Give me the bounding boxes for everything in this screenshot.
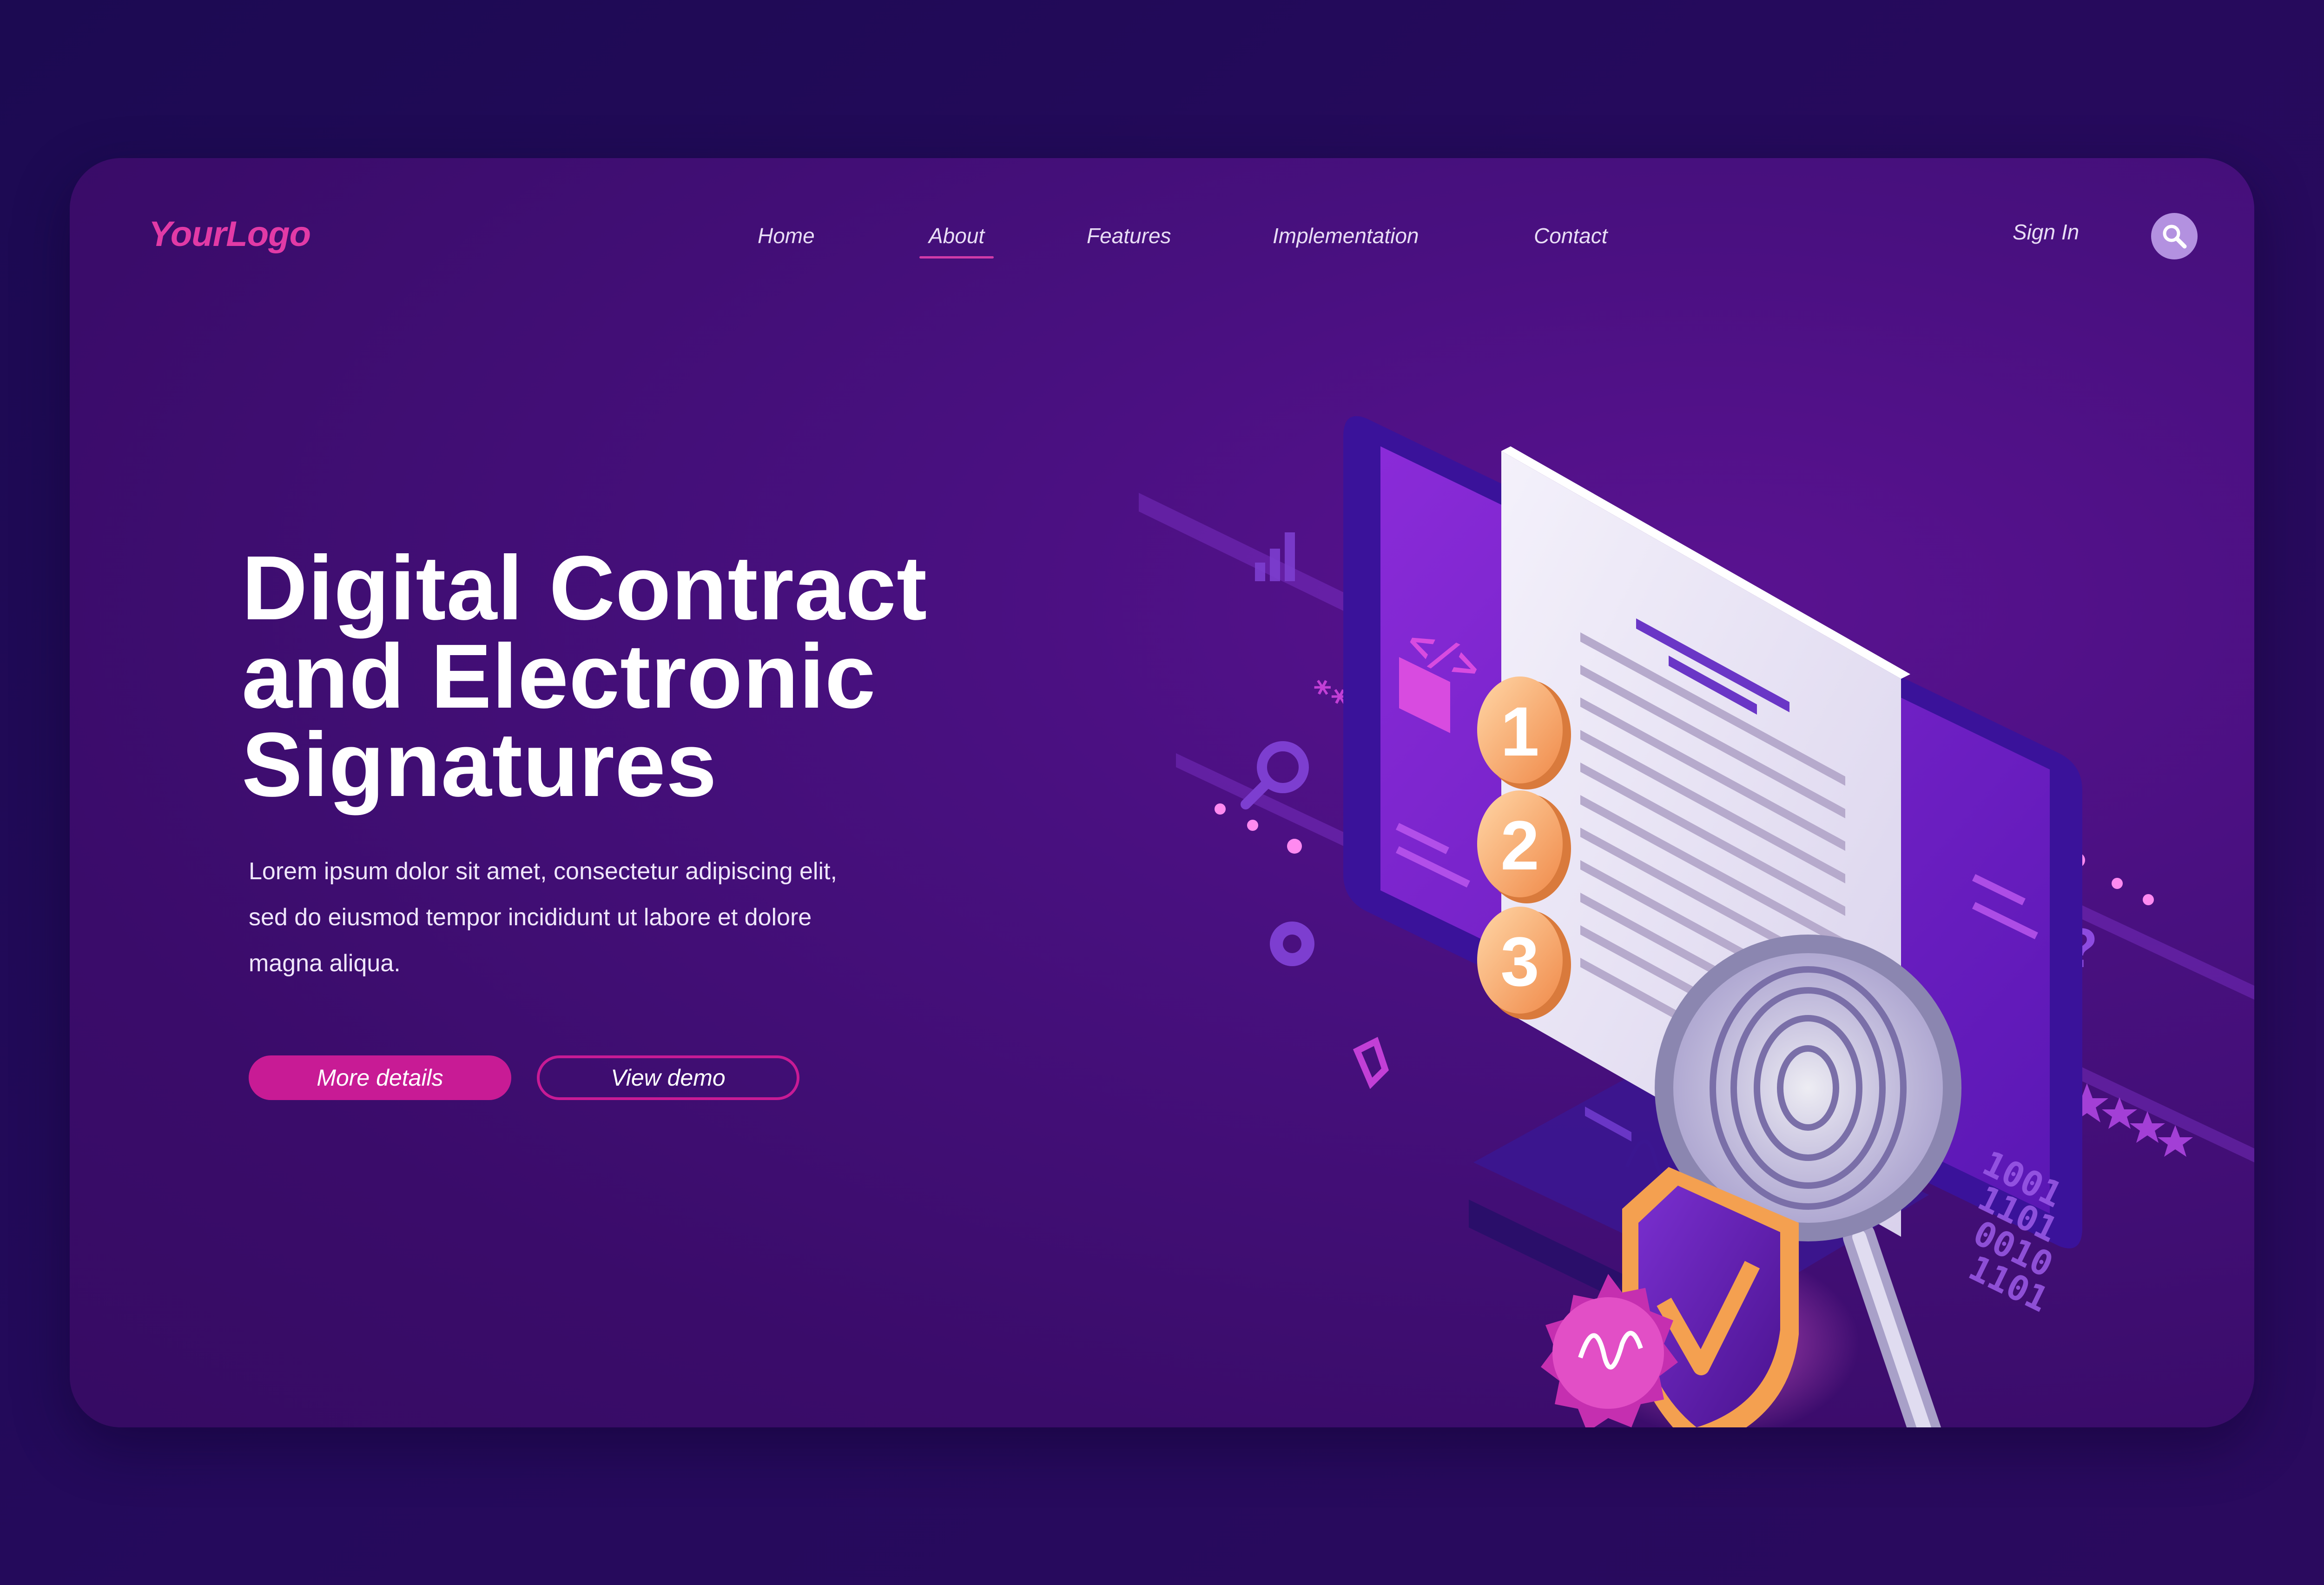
gear-icon bbox=[1270, 922, 1314, 966]
step-number: 1 bbox=[1500, 692, 1539, 770]
hero-text-line: sed do eiusmod tempor incididunt ut labo… bbox=[249, 904, 812, 931]
view-demo-button[interactable]: View demo bbox=[537, 1055, 799, 1100]
logo[interactable]: YourLogo bbox=[149, 214, 311, 254]
step-number: 2 bbox=[1500, 806, 1539, 884]
magnifier-icon bbox=[2163, 225, 2187, 249]
landing-card: YourLogo Home About Features Implementat… bbox=[70, 158, 2254, 1427]
nav-about[interactable]: About bbox=[919, 223, 994, 259]
hero-text-line: Lorem ipsum dolor sit amet, consectetur … bbox=[249, 858, 837, 885]
sign-in-link[interactable]: Sign In bbox=[2013, 219, 2079, 245]
nav-features[interactable]: Features bbox=[1087, 223, 1171, 248]
hero-title-line: Signatures bbox=[242, 714, 717, 816]
nav-contact[interactable]: Contact bbox=[1534, 223, 1608, 248]
pen-icon bbox=[1353, 1037, 1389, 1089]
nav-implementation[interactable]: Implementation bbox=[1273, 223, 1419, 248]
step-coins: 1 2 3 bbox=[1477, 676, 1571, 1020]
hero-title-line: and Electronic bbox=[242, 625, 876, 727]
hero-title-line: Digital Contract bbox=[242, 537, 928, 639]
nav-home[interactable]: Home bbox=[758, 223, 815, 248]
hero-title: Digital Contract and Electronic Signatur… bbox=[242, 537, 1078, 816]
hero-description: Lorem ipsum dolor sit amet, consectetur … bbox=[249, 849, 969, 987]
search-button[interactable] bbox=[2151, 213, 2198, 259]
hero-text-line: magna aliqua. bbox=[249, 950, 401, 977]
more-details-button[interactable]: More details bbox=[249, 1055, 511, 1100]
search-small-icon bbox=[1241, 741, 1309, 809]
hero-illustration: ***** 24/7 ? bbox=[1139, 416, 2254, 1427]
step-number: 3 bbox=[1500, 922, 1539, 1001]
